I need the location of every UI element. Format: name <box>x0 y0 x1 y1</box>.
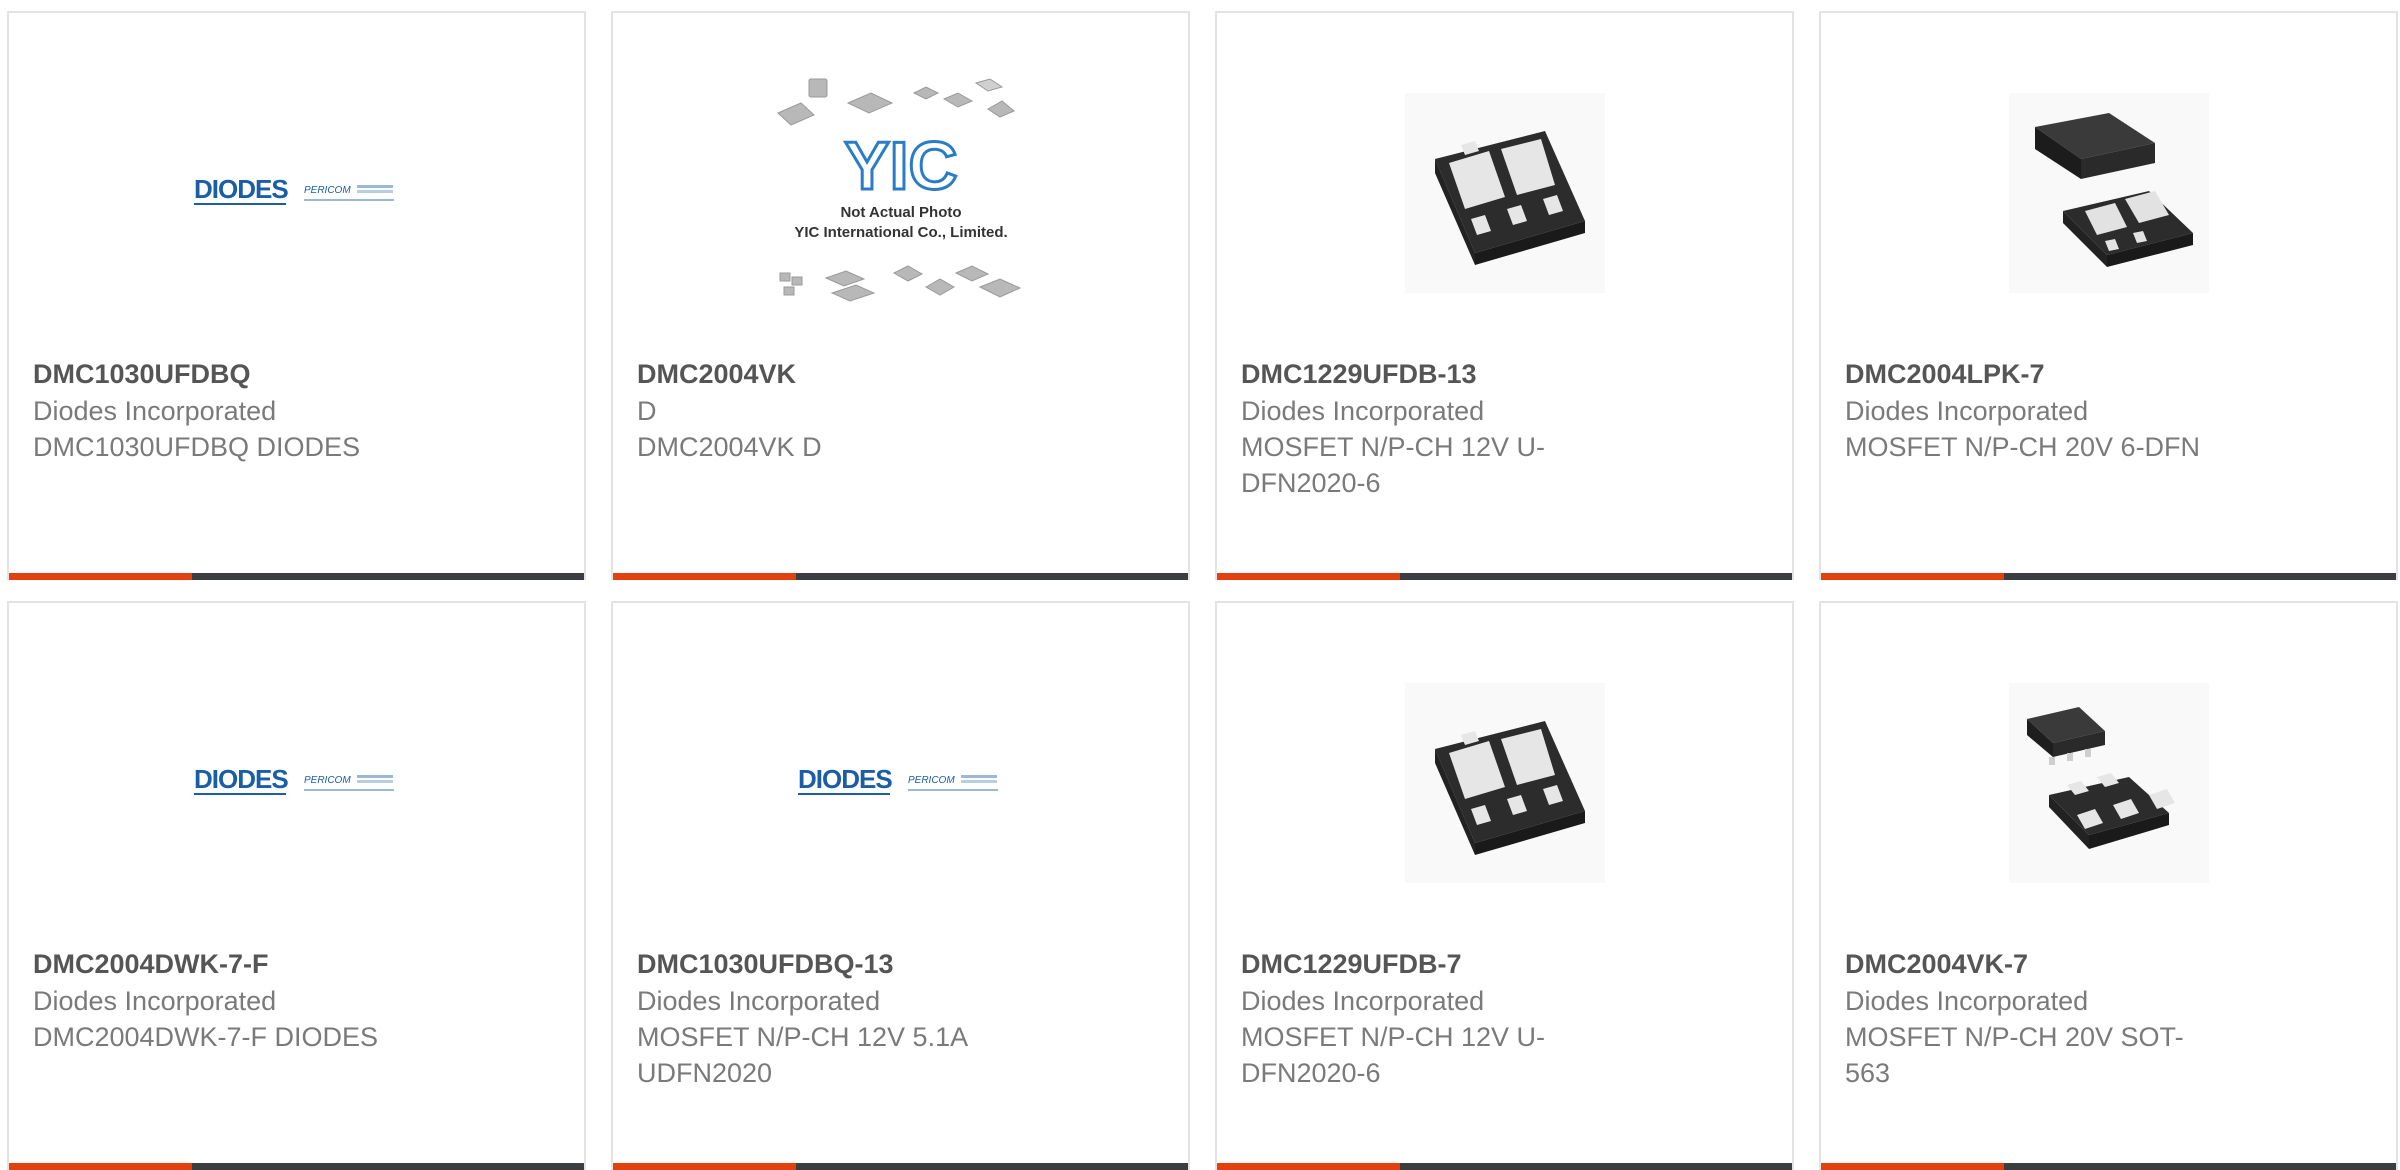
product-card[interactable]: DIODES PERICOM DMC1030UFDBQ-13 Diodes In… <box>611 601 1190 1170</box>
part-number[interactable]: DMC1229UFDB-7 <box>1241 946 1768 983</box>
part-number[interactable]: DMC1229UFDB-13 <box>1241 356 1768 393</box>
yic-placeholder-image: YIC Not Actual Photo YIC International C… <box>776 78 1021 302</box>
manufacturer: Diodes Incorporated <box>1845 986 2089 1016</box>
manufacturer: Diodes Incorporated <box>1241 986 1485 1016</box>
description: MOSFET N/P-CH 12V 5.1A UDFN2020 <box>637 1022 967 1088</box>
diodes-word: DIODES <box>194 174 288 204</box>
diodes-word: DIODES <box>194 764 288 794</box>
part-number[interactable]: DMC1030UFDBQ-13 <box>637 946 1164 983</box>
dfn-two-package-photo <box>2008 93 2209 293</box>
part-number[interactable]: DMC1030UFDBQ <box>33 356 560 393</box>
part-number[interactable]: DMC2004VK <box>637 356 1164 393</box>
description: DMC2004DWK-7-F DIODES <box>33 1022 379 1052</box>
pericom-word: PERICOM <box>304 185 351 196</box>
product-image[interactable]: DIODES PERICOM <box>9 73 584 313</box>
card-accent-bar <box>1217 573 1400 580</box>
description: MOSFET N/P-CH 12V U-DFN2020-6 <box>1241 1022 1546 1088</box>
product-image[interactable] <box>1217 663 1792 903</box>
part-number[interactable]: DMC2004DWK-7-F <box>33 946 560 983</box>
dfn-package-photo <box>1404 93 1605 293</box>
card-footer-bar <box>1217 573 1792 580</box>
product-image[interactable] <box>1821 663 2396 903</box>
card-accent-bar <box>9 573 192 580</box>
card-footer-bar <box>1821 573 2396 580</box>
dfn-package-photo <box>1404 683 1605 883</box>
sot563-package-photo <box>2008 683 2209 883</box>
diodes-pericom-logo: DIODES PERICOM <box>193 174 394 205</box>
description: MOSFET N/P-CH 20V SOT-563 <box>1845 1022 2184 1088</box>
product-card[interactable]: DMC1229UFDB-13 Diodes Incorporated MOSFE… <box>1215 11 1794 580</box>
yic-caption-line1: Not Actual Photo <box>840 204 961 221</box>
product-card[interactable]: DMC2004LPK-7 Diodes Incorporated MOSFET … <box>1819 11 2398 580</box>
card-footer-bar <box>613 573 1188 580</box>
manufacturer: Diodes Incorporated <box>33 396 277 426</box>
product-image[interactable]: DIODES PERICOM <box>9 663 584 903</box>
product-card[interactable]: DMC2004VK-7 Diodes Incorporated MOSFET N… <box>1819 601 2398 1170</box>
product-grid: DIODES PERICOM DMC1030UFDBQ Diodes Incor… <box>7 11 2398 1170</box>
product-card[interactable]: DIODES PERICOM DMC1030UFDBQ Diodes Incor… <box>7 11 586 580</box>
manufacturer: Diodes Incorporated <box>33 986 277 1016</box>
diodes-word: DIODES <box>798 764 892 794</box>
description: MOSFET N/P-CH 20V 6-DFN <box>1845 432 2201 462</box>
diodes-pericom-logo: DIODES PERICOM <box>193 764 394 795</box>
manufacturer: Diodes Incorporated <box>637 986 881 1016</box>
product-image[interactable]: YIC Not Actual Photo YIC International C… <box>613 73 1188 313</box>
product-image[interactable] <box>1821 73 2396 313</box>
yic-caption-line2: YIC International Co., Limited. <box>794 224 1007 241</box>
description: DMC1030UFDBQ DIODES <box>33 432 361 462</box>
card-footer-bar <box>9 573 584 580</box>
description: MOSFET N/P-CH 12V U-DFN2020-6 <box>1241 432 1546 498</box>
product-card[interactable]: YIC Not Actual Photo YIC International C… <box>611 11 1190 580</box>
yic-logo-mark: YIC <box>844 128 957 204</box>
manufacturer: D <box>637 396 657 426</box>
manufacturer: Diodes Incorporated <box>1241 396 1485 426</box>
card-accent-bar <box>613 573 796 580</box>
pericom-word: PERICOM <box>908 775 955 786</box>
diodes-pericom-logo: DIODES PERICOM <box>797 764 998 795</box>
part-number[interactable]: DMC2004LPK-7 <box>1845 356 2372 393</box>
product-card[interactable]: DIODES PERICOM DMC2004DWK-7-F Diodes Inc… <box>7 601 586 1170</box>
part-number[interactable]: DMC2004VK-7 <box>1845 946 2372 983</box>
manufacturer: Diodes Incorporated <box>1845 396 2089 426</box>
product-card[interactable]: DMC1229UFDB-7 Diodes Incorporated MOSFET… <box>1215 601 1794 1170</box>
description: DMC2004VK D <box>637 432 822 462</box>
product-image[interactable]: DIODES PERICOM <box>613 663 1188 903</box>
pericom-word: PERICOM <box>304 775 351 786</box>
card-accent-bar <box>1821 573 2004 580</box>
product-image[interactable] <box>1217 73 1792 313</box>
